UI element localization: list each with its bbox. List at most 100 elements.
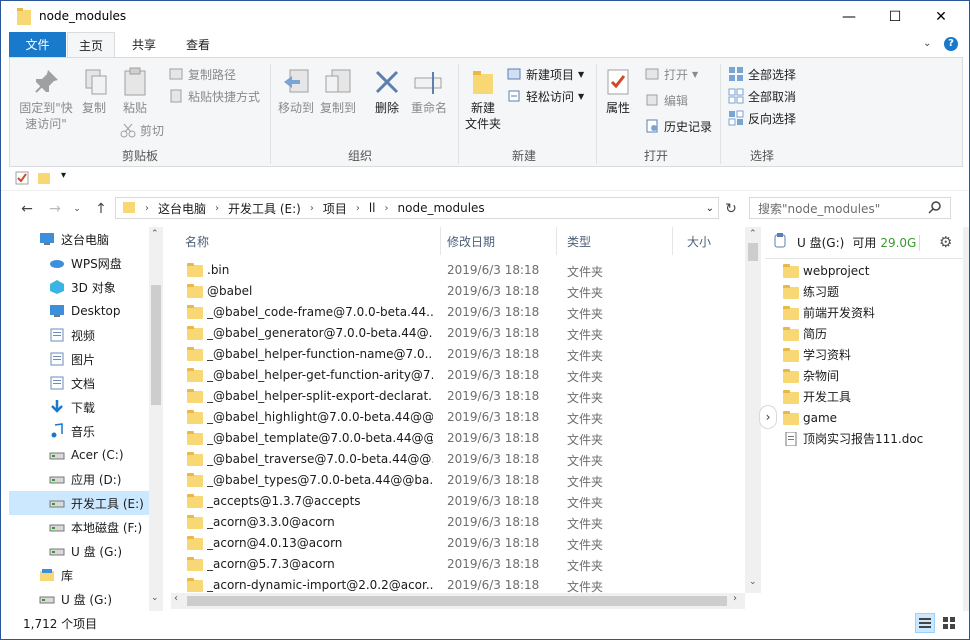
pin-quick-access-button[interactable]: 固定到"快速访问" <box>14 62 78 132</box>
file-row[interactable]: _@babel_helper-function-name@7.0.... 2019… <box>181 344 741 365</box>
ribbon-collapse-chevron-icon[interactable]: ⌄ <box>923 38 931 49</box>
nav-item[interactable]: 文档 <box>9 371 149 395</box>
file-row[interactable]: _@babel_code-frame@7.0.0-beta.44... 2019/… <box>181 302 741 323</box>
preview-item[interactable]: webproject <box>783 260 869 281</box>
rename-button[interactable]: 重命名 <box>408 62 450 116</box>
easy-access-button[interactable]: 轻松访问 ▼ <box>506 86 584 106</box>
nav-item[interactable]: 3D 对象 <box>9 275 149 299</box>
file-row[interactable]: _acorn@5.7.3@acorn 2019/6/3 18:18 文件夹 <box>181 554 741 575</box>
details-view-icon[interactable] <box>915 613 935 633</box>
nav-item[interactable]: U 盘 (G:) <box>9 539 149 563</box>
nav-item[interactable]: Desktop <box>9 299 149 323</box>
scroll-left-icon[interactable]: ‹ <box>174 593 178 604</box>
address-bar[interactable]: › 这台电脑 › 开发工具 (E:) › 项目 › ll › node_modu… <box>115 197 719 219</box>
file-row[interactable]: _@babel_highlight@7.0.0-beta.44@@... 2019… <box>181 407 741 428</box>
history-button[interactable]: 历史记录 <box>644 116 712 136</box>
minimize-button[interactable]: — <box>826 1 872 32</box>
preview-item[interactable]: 练习题 <box>783 281 839 302</box>
nav-item[interactable]: 图片 <box>9 347 149 371</box>
nav-item[interactable]: 下载 <box>9 395 149 419</box>
help-icon[interactable]: ? <box>944 37 958 51</box>
tab-view[interactable]: 查看 <box>173 32 223 57</box>
nav-item[interactable]: 库 <box>9 563 149 587</box>
copy-to-button[interactable]: 复制到 <box>318 62 358 116</box>
paste-shortcut-button[interactable]: 粘贴快捷方式 <box>168 86 260 106</box>
new-folder-button[interactable]: 新建 文件夹 <box>462 62 504 132</box>
breadcrumb-item[interactable]: ll <box>369 201 376 215</box>
file-row[interactable]: _@babel_template@7.0.0-beta.44@@... 2019/… <box>181 428 741 449</box>
scroll-down-icon[interactable]: ⌄ <box>151 593 159 603</box>
scroll-right-icon[interactable]: › <box>733 593 737 604</box>
invert-selection-button[interactable]: 反向选择 <box>728 108 796 128</box>
close-button[interactable]: ✕ <box>918 1 964 32</box>
file-row[interactable]: _@babel_helper-get-function-arity@7... 20… <box>181 365 741 386</box>
nav-item[interactable]: 本地磁盘 (F:) <box>9 515 149 539</box>
file-row[interactable]: _acorn@4.0.13@acorn 2019/6/3 18:18 文件夹 <box>181 533 741 554</box>
back-arrow-icon[interactable]: ← <box>17 199 37 219</box>
tab-file[interactable]: 文件 <box>9 32 66 57</box>
nav-item[interactable]: 开发工具 (E:) <box>9 491 149 515</box>
search-input[interactable]: 搜索"node_modules" <box>749 197 951 219</box>
file-list-scrollbar-thumb[interactable] <box>748 243 758 261</box>
preview-item[interactable]: 简历 <box>783 323 827 344</box>
forward-arrow-icon[interactable]: → <box>45 199 65 219</box>
copy-path-button[interactable]: 复制路径 <box>168 64 236 84</box>
preview-item[interactable]: 开发工具 <box>783 386 851 407</box>
breadcrumb-item[interactable]: node_modules <box>398 201 485 215</box>
large-icons-view-icon[interactable] <box>939 613 959 633</box>
nav-item[interactable]: Acer (C:) <box>9 443 149 467</box>
open-button[interactable]: 打开 ▼ <box>644 64 698 84</box>
nav-item[interactable]: WPS网盘 <box>9 251 149 275</box>
properties-check-icon[interactable] <box>15 171 29 188</box>
recent-dropdown-icon[interactable]: ⌄ <box>67 199 87 219</box>
nav-item[interactable]: 视频 <box>9 323 149 347</box>
file-list-hscrollbar-thumb[interactable] <box>187 596 727 606</box>
new-folder-icon[interactable] <box>37 171 51 188</box>
gear-icon[interactable]: ⚙ <box>939 233 952 251</box>
edit-button[interactable]: 编辑 <box>644 90 688 110</box>
select-none-button[interactable]: 全部取消 <box>728 86 796 106</box>
maximize-button[interactable]: ☐ <box>872 1 918 32</box>
breadcrumb-item[interactable]: 这台电脑 <box>158 200 206 217</box>
file-row[interactable]: _@babel_generator@7.0.0-beta.44@... 2019/… <box>181 323 741 344</box>
preview-item[interactable]: 前端开发资料 <box>783 302 875 323</box>
column-header-name[interactable]: 名称 ⌃ <box>171 227 441 255</box>
properties-button[interactable]: 属性 <box>600 62 636 116</box>
preview-scrollbar[interactable] <box>963 227 969 611</box>
nav-item[interactable]: 音乐 <box>9 419 149 443</box>
preview-item[interactable]: 顶岗实习报告111.doc <box>783 428 923 449</box>
column-header-type[interactable]: 类型 <box>553 227 673 255</box>
file-row[interactable]: _accepts@1.3.7@accepts 2019/6/3 18:18 文件夹 <box>181 491 741 512</box>
refresh-icon[interactable]: ↻ <box>721 199 741 219</box>
nav-item[interactable]: U 盘 (G:) <box>9 587 149 611</box>
nav-scrollbar-thumb[interactable] <box>151 285 161 405</box>
new-item-button[interactable]: 新建项目 ▼ <box>506 64 584 84</box>
nav-item[interactable]: 应用 (D:) <box>9 467 149 491</box>
preview-item[interactable]: game <box>783 407 837 428</box>
scroll-up-icon[interactable]: ⌃ <box>749 229 757 239</box>
file-row[interactable]: _@babel_helper-split-export-declarat... 2… <box>181 386 741 407</box>
address-dropdown-icon[interactable]: ⌄ <box>706 203 714 214</box>
up-arrow-icon[interactable]: ↑ <box>91 199 111 219</box>
customize-dropdown-icon[interactable]: ▾ <box>61 170 66 181</box>
search-icon[interactable] <box>928 200 942 217</box>
breadcrumb-item[interactable]: 项目 <box>323 200 347 217</box>
paste-button[interactable]: 粘贴 <box>118 62 152 116</box>
nav-item[interactable]: 这台电脑 <box>9 227 149 251</box>
breadcrumb-item[interactable]: 开发工具 (E:) <box>228 200 301 217</box>
scroll-down-icon[interactable]: ⌄ <box>749 577 757 587</box>
file-row[interactable]: _@babel_types@7.0.0-beta.44@@ba... 2019/6… <box>181 470 741 491</box>
copy-button[interactable]: 复制 <box>80 62 108 116</box>
preview-item[interactable]: 学习资料 <box>783 344 851 365</box>
tab-home[interactable]: 主页 <box>67 32 115 57</box>
scroll-up-icon[interactable]: ⌃ <box>151 229 159 239</box>
preview-item[interactable]: 杂物间 <box>783 365 839 386</box>
file-row[interactable]: @babel 2019/6/3 18:18 文件夹 <box>181 281 741 302</box>
file-row[interactable]: .bin 2019/6/3 18:18 文件夹 <box>181 260 741 281</box>
column-header-size[interactable]: 大小 <box>673 227 745 255</box>
select-all-button[interactable]: 全部选择 <box>728 64 796 84</box>
cut-button[interactable]: 剪切 <box>120 120 164 140</box>
tab-share[interactable]: 共享 <box>119 32 169 57</box>
move-to-button[interactable]: 移动到 <box>276 62 316 116</box>
file-row[interactable]: _@babel_traverse@7.0.0-beta.44@@... 2019/… <box>181 449 741 470</box>
